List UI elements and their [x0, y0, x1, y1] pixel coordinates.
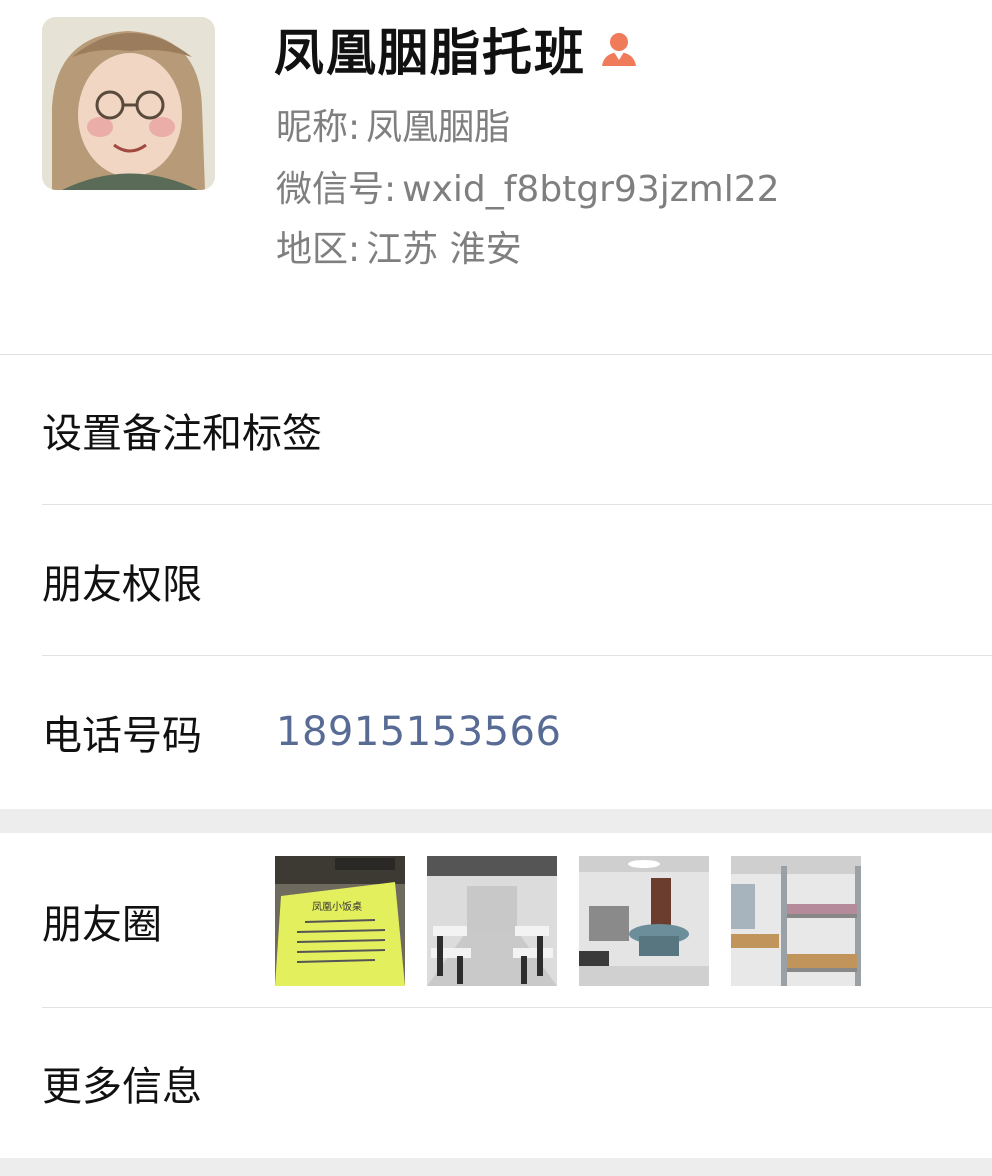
moments-label: 朋友圈: [42, 901, 162, 948]
phone-number-link[interactable]: 18915153566: [276, 709, 561, 755]
profile-name: 凤凰胭脂托班: [274, 24, 586, 82]
moments-photo-bunk-beds[interactable]: [731, 856, 861, 986]
region-label: 地区:: [276, 229, 361, 270]
region-line: 地区: 江苏 淮安: [276, 220, 522, 272]
phone-row: 电话号码 18915153566: [0, 656, 992, 807]
moments-section: 朋友圈 凤凰小饭桌 更多信息: [0, 833, 992, 1158]
region-value: 江苏 淮安: [366, 229, 522, 270]
wxid-line: 微信号: wxid_f8btgr93jzml22: [276, 160, 780, 212]
female-gender-icon: [598, 28, 640, 70]
nickname-value: 凤凰胭脂: [366, 107, 511, 148]
more-info-row[interactable]: 更多信息: [0, 1008, 992, 1158]
remark-tags-row[interactable]: 设置备注和标签: [0, 354, 992, 505]
flyer-caption: 凤凰小饭桌: [312, 900, 362, 913]
moments-photo-flyer[interactable]: 凤凰小饭桌: [275, 856, 405, 986]
more-info-label: 更多信息: [42, 1064, 202, 1110]
remark-tags-label: 设置备注和标签: [42, 410, 322, 457]
phone-label: 电话号码: [42, 712, 202, 759]
friend-permission-row[interactable]: 朋友权限: [0, 505, 992, 656]
contact-settings-section: 设置备注和标签 朋友权限 电话号码 18915153566: [0, 354, 992, 809]
nickname-line: 昵称: 凤凰胭脂: [276, 98, 510, 150]
profile-header: 凤凰胭脂托班 昵称: 凤凰胭脂 微信号: wxid_f8btgr93jzml22 地…: [0, 0, 992, 354]
wxid-value[interactable]: wxid_f8btgr93jzml22: [402, 169, 779, 210]
wxid-label: 微信号:: [276, 169, 397, 210]
moments-thumbnails: 凤凰小饭桌: [275, 856, 861, 986]
moments-photo-dining-room[interactable]: [427, 856, 557, 986]
nickname-label: 昵称:: [276, 107, 361, 148]
moments-photo-room-table[interactable]: [579, 856, 709, 986]
avatar[interactable]: [42, 17, 215, 190]
friend-permission-label: 朋友权限: [42, 561, 202, 608]
moments-row[interactable]: 朋友圈 凤凰小饭桌: [0, 833, 992, 1008]
